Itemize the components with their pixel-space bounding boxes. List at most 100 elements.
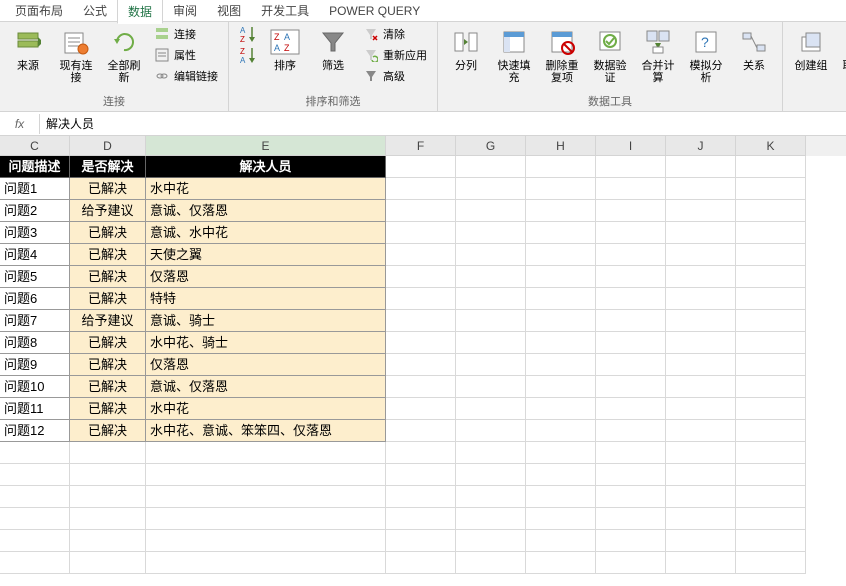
cell-empty[interactable]: [736, 156, 806, 178]
cell-empty[interactable]: [596, 508, 666, 530]
col-header-H[interactable]: H: [526, 136, 596, 156]
cell-empty[interactable]: [736, 310, 806, 332]
cell-empty[interactable]: [736, 266, 806, 288]
cell-empty[interactable]: [596, 200, 666, 222]
cell-e[interactable]: 意诚、仅落恩: [146, 200, 386, 222]
cell-empty[interactable]: [386, 244, 456, 266]
cell-empty[interactable]: [386, 508, 456, 530]
connections-button[interactable]: 连接: [150, 24, 222, 44]
cell-empty[interactable]: [0, 530, 70, 552]
cell-d[interactable]: 已解决: [70, 288, 146, 310]
fx-icon[interactable]: fx: [0, 114, 40, 134]
cell-empty[interactable]: [456, 376, 526, 398]
cell-empty[interactable]: [526, 552, 596, 574]
cell-empty[interactable]: [456, 332, 526, 354]
cell-empty[interactable]: [736, 552, 806, 574]
cell-empty[interactable]: [456, 288, 526, 310]
tab-developer[interactable]: 开发工具: [251, 0, 319, 22]
cell-empty[interactable]: [386, 310, 456, 332]
cell-c[interactable]: 问题11: [0, 398, 70, 420]
cell-empty[interactable]: [456, 508, 526, 530]
cell-empty[interactable]: [386, 266, 456, 288]
cell-c[interactable]: 问题12: [0, 420, 70, 442]
cell-empty[interactable]: [736, 486, 806, 508]
cell-empty[interactable]: [386, 552, 456, 574]
properties-button[interactable]: 属性: [150, 45, 222, 65]
reapply-button[interactable]: 重新应用: [359, 45, 431, 65]
cell-empty[interactable]: [456, 156, 526, 178]
cell-c[interactable]: 问题3: [0, 222, 70, 244]
validation-button[interactable]: 数据验证: [588, 24, 632, 86]
cell-empty[interactable]: [526, 486, 596, 508]
cell-empty[interactable]: [146, 442, 386, 464]
cell-c[interactable]: 问题2: [0, 200, 70, 222]
cell-d[interactable]: 已解决: [70, 376, 146, 398]
cell-empty[interactable]: [736, 508, 806, 530]
flashfill-button[interactable]: 快速填充: [492, 24, 536, 86]
cell-empty[interactable]: [70, 552, 146, 574]
cell-empty[interactable]: [526, 288, 596, 310]
cell-empty[interactable]: [456, 420, 526, 442]
cell-empty[interactable]: [526, 508, 596, 530]
cell-empty[interactable]: [736, 530, 806, 552]
cell-empty[interactable]: [596, 420, 666, 442]
cell-e[interactable]: 仅落恩: [146, 354, 386, 376]
cell-empty[interactable]: [456, 530, 526, 552]
cell-empty[interactable]: [736, 398, 806, 420]
tab-powerquery[interactable]: POWER QUERY: [319, 1, 430, 21]
cell-c[interactable]: 问题9: [0, 354, 70, 376]
cell-empty[interactable]: [596, 552, 666, 574]
cell-empty[interactable]: [736, 376, 806, 398]
cell-e[interactable]: 特特: [146, 288, 386, 310]
cell-empty[interactable]: [0, 464, 70, 486]
cell-empty[interactable]: [70, 486, 146, 508]
cell-empty[interactable]: [526, 310, 596, 332]
cell-empty[interactable]: [666, 244, 736, 266]
cell-empty[interactable]: [736, 442, 806, 464]
cell-empty[interactable]: [526, 420, 596, 442]
consolidate-button[interactable]: 合并计算: [636, 24, 680, 86]
cell-empty[interactable]: [386, 354, 456, 376]
cell-empty[interactable]: [526, 200, 596, 222]
tab-review[interactable]: 审阅: [163, 0, 207, 22]
cell-empty[interactable]: [526, 178, 596, 200]
cell-empty[interactable]: [70, 464, 146, 486]
group-button[interactable]: 创建组: [789, 24, 833, 74]
cell-c[interactable]: 问题7: [0, 310, 70, 332]
cell-empty[interactable]: [596, 222, 666, 244]
cell-empty[interactable]: [596, 244, 666, 266]
formula-input[interactable]: [40, 114, 846, 134]
cell-empty[interactable]: [456, 222, 526, 244]
cell-empty[interactable]: [146, 552, 386, 574]
cell-empty[interactable]: [456, 486, 526, 508]
cell-empty[interactable]: [70, 442, 146, 464]
cell-empty[interactable]: [666, 464, 736, 486]
cell-empty[interactable]: [526, 442, 596, 464]
cell-e[interactable]: 水中花: [146, 178, 386, 200]
cell-empty[interactable]: [526, 398, 596, 420]
cell-c[interactable]: 问题5: [0, 266, 70, 288]
cell-empty[interactable]: [456, 464, 526, 486]
cell-d[interactable]: 给予建议: [70, 200, 146, 222]
cell-empty[interactable]: [146, 486, 386, 508]
cell-empty[interactable]: [456, 244, 526, 266]
cell-empty[interactable]: [666, 156, 736, 178]
cell-e[interactable]: 意诚、水中花: [146, 222, 386, 244]
filter-button[interactable]: 筛选: [311, 24, 355, 74]
table-header-e[interactable]: 解决人员: [146, 156, 386, 178]
cell-d[interactable]: 已解决: [70, 266, 146, 288]
cell-empty[interactable]: [70, 530, 146, 552]
tab-view[interactable]: 视图: [207, 0, 251, 22]
cell-empty[interactable]: [736, 354, 806, 376]
col-header-G[interactable]: G: [456, 136, 526, 156]
cell-empty[interactable]: [666, 288, 736, 310]
cell-c[interactable]: 问题4: [0, 244, 70, 266]
editlinks-button[interactable]: 编辑链接: [150, 66, 222, 86]
cell-empty[interactable]: [526, 530, 596, 552]
cell-empty[interactable]: [596, 486, 666, 508]
cell-empty[interactable]: [386, 398, 456, 420]
cell-empty[interactable]: [666, 178, 736, 200]
relations-button[interactable]: 关系: [732, 24, 776, 74]
cell-empty[interactable]: [596, 530, 666, 552]
col-header-C[interactable]: C: [0, 136, 70, 156]
